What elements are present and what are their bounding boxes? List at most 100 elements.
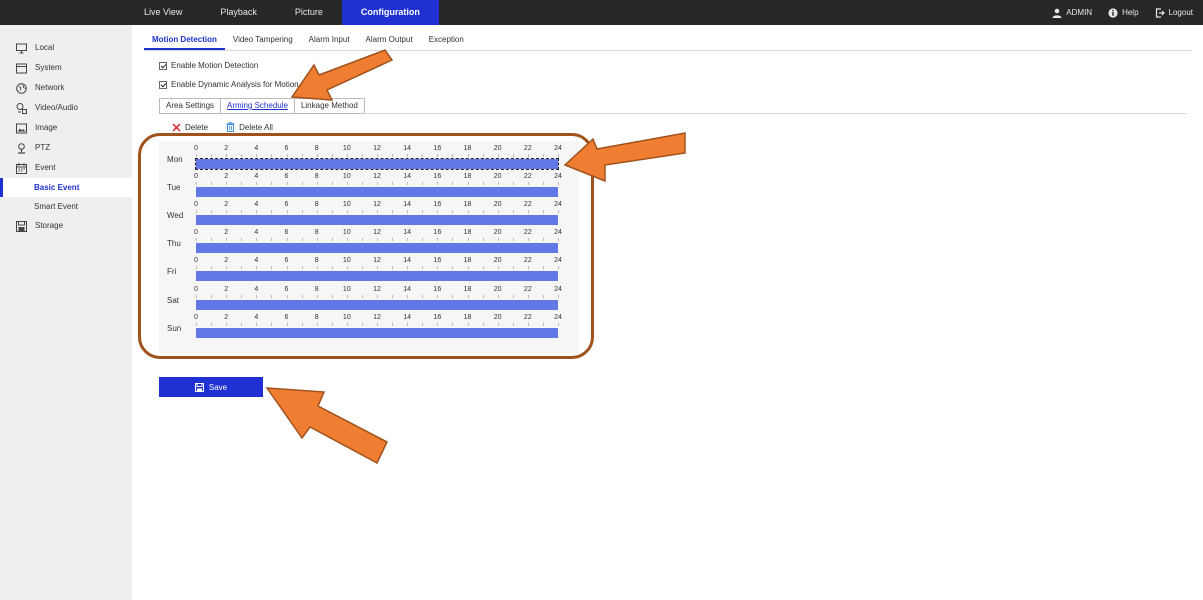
sidebar-item-video-audio[interactable]: Video/Audio xyxy=(0,98,132,118)
sidebar-item-event[interactable]: Event xyxy=(0,158,132,178)
subtab-arming-schedule[interactable]: Arming Schedule xyxy=(220,98,295,114)
help-label: Help xyxy=(1122,8,1139,17)
hour-tick-label: 8 xyxy=(314,201,319,209)
delete-button[interactable]: Delete xyxy=(172,122,208,132)
image-icon xyxy=(16,123,27,134)
hour-tick-label: 4 xyxy=(254,229,259,237)
hour-tick-label: 14 xyxy=(403,313,412,321)
system-icon xyxy=(16,63,27,74)
sidebar-item-ptz[interactable]: PTZ xyxy=(0,138,132,158)
hour-tick-label: 4 xyxy=(254,173,259,181)
day-label: Fri xyxy=(167,267,177,277)
hour-tick-label: 2 xyxy=(224,257,229,265)
settings-subtabs: Area Settings Arming Schedule Linkage Me… xyxy=(159,98,365,114)
hour-ticks: 0 2 4 6 8 10 12 14 16 18 20 22 24 xyxy=(194,145,562,153)
tab-alarm-input[interactable]: Alarm Input xyxy=(301,33,358,50)
sidebar-item-system[interactable]: System xyxy=(0,58,132,78)
enable-dynamic-label: Enable Dynamic Analysis for Motion xyxy=(171,80,299,89)
schedule-bar-thu[interactable] xyxy=(196,243,558,254)
hour-tick-label: 8 xyxy=(314,145,319,152)
enable-dynamic-checkbox[interactable] xyxy=(159,80,167,89)
schedule-bar-fri[interactable] xyxy=(196,271,558,282)
hour-tick-label: 18 xyxy=(463,257,472,265)
hour-ticks: 0 2 4 6 8 10 12 14 16 18 20 22 24 xyxy=(194,229,562,237)
sidebar-item-storage[interactable]: Storage xyxy=(0,216,132,236)
sidebar: Local System Network Video/Audio Image P… xyxy=(0,25,132,600)
nav-playback[interactable]: Playback xyxy=(201,0,276,25)
sidebar-item-local[interactable]: Local xyxy=(0,38,132,58)
enable-motion-label: Enable Motion Detection xyxy=(171,61,259,70)
save-label: Save xyxy=(208,382,228,392)
sidebar-item-basic-event[interactable]: Basic Event xyxy=(0,178,132,197)
schedule-bar-sun[interactable] xyxy=(196,327,558,338)
save-button[interactable]: Save xyxy=(159,377,263,397)
delete-label: Delete xyxy=(185,122,209,132)
hour-tick-label: 6 xyxy=(284,173,289,181)
subtabs-divider xyxy=(363,113,1187,114)
hour-tick-label: 0 xyxy=(194,285,198,293)
nav-live-view[interactable]: Live View xyxy=(125,0,201,25)
schedule-bar-sat[interactable] xyxy=(196,299,558,310)
sidebar-item-network[interactable]: Network xyxy=(0,78,132,98)
sidebar-item-image[interactable]: Image xyxy=(0,118,132,138)
schedule-bar-wed[interactable] xyxy=(196,215,558,226)
schedule-row-tue: Tue 0 2 4 6 8 10 12 14 16 18 20 22 24 xyxy=(159,171,579,199)
user-menu[interactable]: ADMIN xyxy=(1052,8,1092,18)
hour-tick-label: 12 xyxy=(373,145,381,152)
delete-all-label: Delete All xyxy=(239,122,273,132)
day-label: Wed xyxy=(167,211,184,221)
hour-tick-label: 24 xyxy=(554,173,562,181)
schedule-row-sun: Sun 0 2 4 6 8 10 12 14 16 18 20 22 24 xyxy=(159,312,579,340)
hour-ruler xyxy=(196,238,559,242)
hour-tick-label: 10 xyxy=(342,229,351,237)
tab-motion-detection[interactable]: Motion Detection xyxy=(144,33,225,50)
hour-tick-label: 24 xyxy=(554,285,562,293)
hour-tick-label: 6 xyxy=(284,285,289,293)
hour-tick-label: 16 xyxy=(433,201,442,209)
tab-exception[interactable]: Exception xyxy=(421,33,472,50)
help-icon xyxy=(1108,7,1118,18)
hour-tick-label: 10 xyxy=(342,145,351,152)
hour-tick-label: 12 xyxy=(373,229,381,237)
delete-all-button[interactable]: Delete All xyxy=(226,122,273,132)
hour-ticks: 0 2 4 6 8 10 12 14 16 18 20 22 24 xyxy=(194,285,562,294)
nav-configuration[interactable]: Configuration xyxy=(341,0,439,25)
logout-link[interactable]: Logout xyxy=(1155,7,1193,18)
sidebar-item-smart-event[interactable]: Smart Event xyxy=(0,197,132,216)
hour-tick-label: 8 xyxy=(314,229,319,237)
day-label: Tue xyxy=(167,183,181,193)
day-label: Mon xyxy=(167,155,183,164)
hour-tick-label: 6 xyxy=(284,201,289,209)
hour-tick-label: 16 xyxy=(433,145,442,152)
hour-tick-label: 20 xyxy=(493,201,502,209)
hour-tick-label: 8 xyxy=(314,173,319,181)
hour-ruler xyxy=(196,266,559,270)
sidebar-item-label: Event xyxy=(35,163,56,172)
tab-alarm-output[interactable]: Alarm Output xyxy=(358,33,421,50)
hour-tick-label: 14 xyxy=(403,145,412,152)
hour-tick-label: 18 xyxy=(463,313,472,321)
hour-tick-label: 22 xyxy=(523,285,532,293)
sidebar-item-label: Network xyxy=(35,83,65,92)
monitor-icon xyxy=(16,43,27,54)
logout-icon xyxy=(1155,7,1165,18)
top-bar: Live View Playback Picture Configuration… xyxy=(0,0,1203,25)
schedule-bar-tue[interactable] xyxy=(196,187,558,198)
hour-tick-label: 0 xyxy=(194,229,198,237)
hour-tick-label: 14 xyxy=(403,173,412,181)
enable-dynamic-row: Enable Dynamic Analysis for Motion xyxy=(159,80,299,89)
subtab-area-settings[interactable]: Area Settings xyxy=(159,98,222,114)
sidebar-item-label: Local xyxy=(35,43,55,52)
schedule-row-fri: Fri 0 2 4 6 8 10 12 14 16 18 20 22 24 xyxy=(159,255,579,283)
tab-video-tampering[interactable]: Video Tampering xyxy=(225,33,301,50)
trash-icon xyxy=(226,122,235,132)
subtab-linkage-method[interactable]: Linkage Method xyxy=(293,98,365,114)
hour-tick-label: 0 xyxy=(194,313,198,321)
nav-picture[interactable]: Picture xyxy=(276,0,342,25)
enable-motion-checkbox[interactable] xyxy=(159,61,167,70)
schedule-bar-mon[interactable] xyxy=(195,158,559,170)
hour-tick-label: 2 xyxy=(224,173,229,181)
hour-tick-label: 6 xyxy=(284,229,289,237)
hour-ticks: 0 2 4 6 8 10 12 14 16 18 20 22 24 xyxy=(194,257,562,265)
help-link[interactable]: Help xyxy=(1108,7,1139,18)
